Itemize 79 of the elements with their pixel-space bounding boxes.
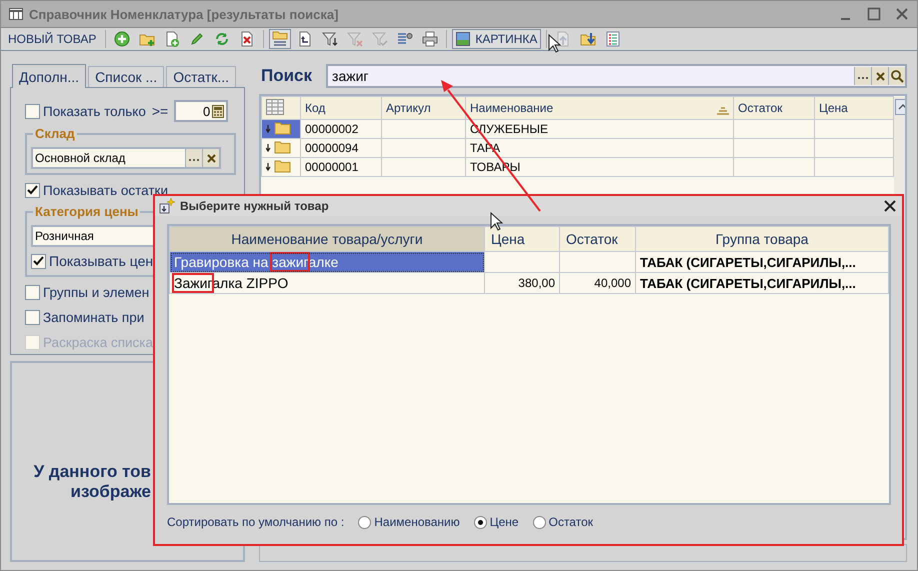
checkbox-label: Показывать остатки: [43, 182, 168, 198]
no-image-text: изображе: [70, 482, 151, 502]
cursor-icon: [548, 34, 561, 53]
row-marker[interactable]: [262, 120, 300, 138]
folder-icon: [266, 120, 292, 134]
column-header[interactable]: Группа товара: [636, 226, 888, 252]
checkbox-label: Запоминать при: [43, 310, 144, 324]
table-cell: ТАБАК (СИГАРЕТЫ,СИГАРИЛЫ,...: [636, 252, 888, 272]
search-label: Поиск: [260, 66, 312, 86]
maximize-icon[interactable]: [867, 7, 881, 21]
folder-icon: [266, 140, 292, 154]
refresh-icon: [214, 31, 230, 47]
folder-icon: [266, 158, 292, 172]
table-cell[interactable]: Гравировка на зажигалке: [170, 252, 484, 272]
sort-label: Сортировать по умолчанию по :: [167, 515, 344, 529]
radio-button[interactable]: Цене: [474, 515, 519, 529]
tab[interactable]: Список ...: [88, 66, 164, 87]
pencil-icon: [189, 31, 206, 47]
operator-label: >=: [152, 103, 168, 119]
group-label: Категория цены: [33, 204, 140, 219]
search-field[interactable]: зажиг: [326, 64, 907, 88]
column-header[interactable]: Код: [300, 96, 382, 120]
filter-down-icon: [322, 31, 338, 47]
sparkle-icon: [159, 198, 175, 214]
number-field[interactable]: 0: [174, 100, 228, 122]
columns-icon: [9, 8, 23, 20]
checkbox-label: Раскраска списка: [43, 334, 154, 350]
new-item-button[interactable]: НОВЫЙ ТОВАР: [4, 29, 100, 49]
table-cell: 40,000: [560, 272, 636, 294]
tab[interactable]: Остатк...: [166, 66, 236, 87]
table-cell: 00000094: [300, 138, 382, 158]
table-cell: 00000001: [300, 158, 382, 176]
radio-button[interactable]: Остаток: [532, 515, 593, 529]
checkbox[interactable]: [25, 284, 40, 300]
table-icon[interactable]: [266, 98, 284, 114]
column-header[interactable]: Остаток: [560, 226, 636, 252]
close-icon[interactable]: [884, 200, 896, 212]
no-image-text: У данного тов: [34, 462, 151, 482]
filter-clear-icon: [347, 31, 364, 47]
tab[interactable]: Дополн...: [12, 64, 86, 88]
row-marker[interactable]: [262, 138, 300, 158]
delete-icon: [239, 31, 256, 47]
checkbox-label: Показывать цен: [49, 253, 154, 269]
landscape-icon: [456, 32, 470, 46]
table-cell: 00000002: [300, 120, 382, 138]
table-cell[interactable]: Зажигалка ZIPPO: [170, 272, 484, 294]
list-icon: [605, 31, 622, 47]
search-icon[interactable]: [890, 69, 904, 83]
row-marker[interactable]: [262, 158, 300, 176]
document-plus-icon: [164, 31, 180, 47]
column-header[interactable]: Артикул: [382, 96, 466, 120]
table-cell: ТАБАК (СИГАРЕТЫ,СИГАРИЛЫ,...: [636, 272, 888, 294]
table-cell: 380,00: [484, 272, 560, 294]
picture-button[interactable]: КАРТИНКА: [452, 29, 542, 49]
window-title: Справочник Номенклатура [результаты поиска]: [29, 6, 340, 22]
checkbox[interactable]: [31, 254, 46, 268]
cursor-icon: [490, 212, 503, 231]
checkbox-label: Группы и элемен: [43, 284, 150, 300]
column-header[interactable]: Наименование: [466, 96, 734, 120]
checkbox[interactable]: [25, 310, 40, 324]
group-label: Склад: [33, 126, 77, 141]
add-icon: [114, 31, 130, 47]
folder-down-icon: [580, 31, 596, 47]
calculator-icon[interactable]: [212, 104, 224, 118]
document-return-icon: [297, 31, 314, 47]
column-header[interactable]: Цена: [484, 226, 560, 252]
select-field[interactable]: Основной склад: [31, 147, 221, 169]
checkbox[interactable]: [25, 182, 40, 198]
checkbox[interactable]: [25, 104, 40, 118]
radio-button[interactable]: Наименованию: [358, 515, 460, 529]
document-up-icon: [555, 31, 572, 47]
column-header[interactable]: Цена: [814, 96, 894, 120]
printer-icon: [422, 31, 438, 47]
column-header[interactable]: Остаток: [734, 96, 814, 120]
filter-check-icon: [372, 31, 388, 47]
checkbox-label: Показать только: [43, 104, 146, 118]
column-header[interactable]: Наименование товара/услуги: [170, 226, 484, 252]
dialog-title: Выберите нужный товар: [180, 199, 330, 213]
folder-list-icon: [272, 31, 288, 47]
